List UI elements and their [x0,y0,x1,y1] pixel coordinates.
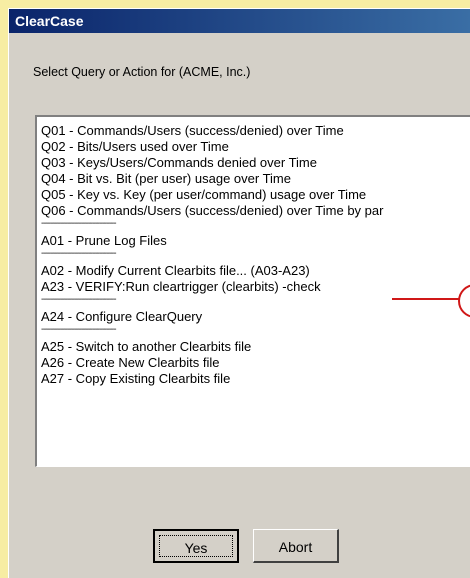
list-item[interactable]: Q04 - Bit vs. Bit (per user) usage over … [41,171,470,187]
abort-button[interactable]: Abort [253,529,339,563]
abort-button-label: Abort [278,539,313,555]
prompt-label: Select Query or Action for (ACME, Inc.) [33,65,251,79]
list-item[interactable]: Q01 - Commands/Users (success/denied) ov… [41,123,470,139]
list-item[interactable]: Q02 - Bits/Users used over Time [41,139,470,155]
list-separator[interactable]: -------------------------------- [41,249,470,263]
annotation-arrow-line [392,298,460,300]
list-item[interactable]: A23 - VERIFY:Run cleartrigger (clearbits… [41,279,470,295]
list-item[interactable]: A27 - Copy Existing Clearbits file [41,371,470,387]
dialog-window: ClearCase Select Query or Action for (AC… [8,8,470,578]
list-item[interactable]: A26 - Create New Clearbits file [41,355,470,371]
list-separator[interactable]: -------------------------------- [41,325,470,339]
list-item[interactable]: A02 - Modify Current Clearbits file... (… [41,263,470,279]
list-item[interactable]: A25 - Switch to another Clearbits file [41,339,470,355]
list-separator[interactable]: -------------------------------- [41,219,470,233]
query-action-listbox[interactable]: Q01 - Commands/Users (success/denied) ov… [35,115,470,467]
list-item[interactable]: Q06 - Commands/Users (success/denied) ov… [41,203,470,219]
list-item[interactable]: Q05 - Key vs. Key (per user/command) usa… [41,187,470,203]
yes-button[interactable]: Yes [153,529,239,563]
list-item[interactable]: A01 - Prune Log Files [41,233,470,249]
list-item[interactable]: A24 - Configure ClearQuery [41,309,470,325]
window-title[interactable]: ClearCase [9,9,470,33]
yes-button-label: Yes [184,540,208,556]
list-item[interactable]: Q03 - Keys/Users/Commands denied over Ti… [41,155,470,171]
